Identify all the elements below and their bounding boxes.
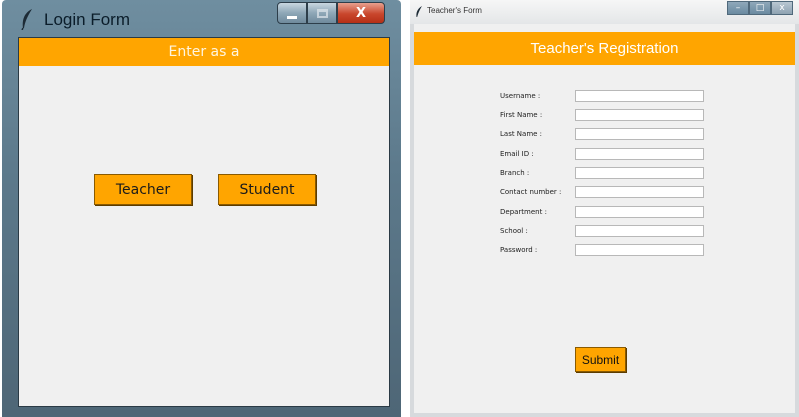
login-titlebar[interactable]: Login Form X [2, 0, 401, 37]
department-input[interactable] [575, 206, 704, 218]
close-icon: x [779, 3, 785, 13]
first-name-label: First Name : [500, 111, 543, 119]
school-input[interactable] [575, 225, 704, 237]
minimize-icon [287, 15, 297, 19]
branch-input[interactable] [575, 167, 704, 179]
contact-number-input[interactable] [575, 186, 704, 198]
username-input[interactable] [575, 90, 704, 102]
student-button[interactable]: Student [218, 174, 316, 205]
form-row-school: School : [414, 225, 795, 239]
maximize-icon [316, 8, 328, 18]
school-label: School : [500, 227, 528, 235]
close-button[interactable]: X [337, 2, 385, 24]
form-row-last-name: Last Name : [414, 128, 795, 142]
minimize-button[interactable] [277, 2, 307, 24]
window-controls: – □ x [727, 1, 793, 15]
branch-label: Branch : [500, 169, 530, 177]
window-controls: X [277, 2, 385, 24]
teacher-client-area: Teacher's Registration Username : First … [414, 24, 795, 413]
email-input[interactable] [575, 148, 704, 160]
maximize-button[interactable]: □ [749, 1, 771, 15]
window-title: Login Form [44, 10, 130, 29]
login-client-area: Enter as a Teacher Student [18, 37, 390, 407]
window-title: Teacher's Form [427, 6, 482, 15]
feather-icon [21, 9, 32, 30]
close-icon: X [355, 5, 367, 21]
form-row-password: Password : [414, 244, 795, 258]
password-label: Password : [500, 246, 538, 254]
minimize-icon: – [735, 3, 741, 13]
page-title: Teacher's Registration [530, 40, 679, 57]
password-input[interactable] [575, 244, 704, 256]
maximize-button[interactable] [307, 2, 337, 24]
minimize-button[interactable]: – [727, 1, 749, 15]
role-banner: Enter as a [19, 38, 389, 66]
department-label: Department : [500, 208, 547, 216]
form-row-username: Username : [414, 90, 795, 104]
form-row-contact: Contact number : [414, 186, 795, 200]
contact-number-label: Contact number : [500, 188, 562, 196]
first-name-input[interactable] [575, 109, 704, 121]
maximize-icon: □ [755, 3, 765, 13]
username-label: Username : [500, 92, 541, 100]
teacher-titlebar[interactable]: Teacher's Form – □ x [410, 0, 799, 24]
login-window: Login Form X Enter as a Teacher Student [2, 0, 401, 417]
last-name-label: Last Name : [500, 130, 543, 138]
close-button[interactable]: x [771, 1, 793, 15]
last-name-input[interactable] [575, 128, 704, 140]
email-label: Email ID : [500, 150, 534, 158]
form-row-branch: Branch : [414, 167, 795, 181]
form-row-department: Department : [414, 206, 795, 220]
teacher-form-window: Teacher's Form – □ x Teacher's Registrat… [410, 0, 799, 417]
form-row-first-name: First Name : [414, 109, 795, 123]
submit-button[interactable]: Submit [575, 347, 626, 372]
teacher-button[interactable]: Teacher [94, 174, 192, 205]
form-row-email: Email ID : [414, 148, 795, 162]
feather-icon [416, 6, 422, 17]
banner-text: Enter as a [168, 44, 240, 60]
registration-banner: Teacher's Registration [414, 32, 795, 65]
